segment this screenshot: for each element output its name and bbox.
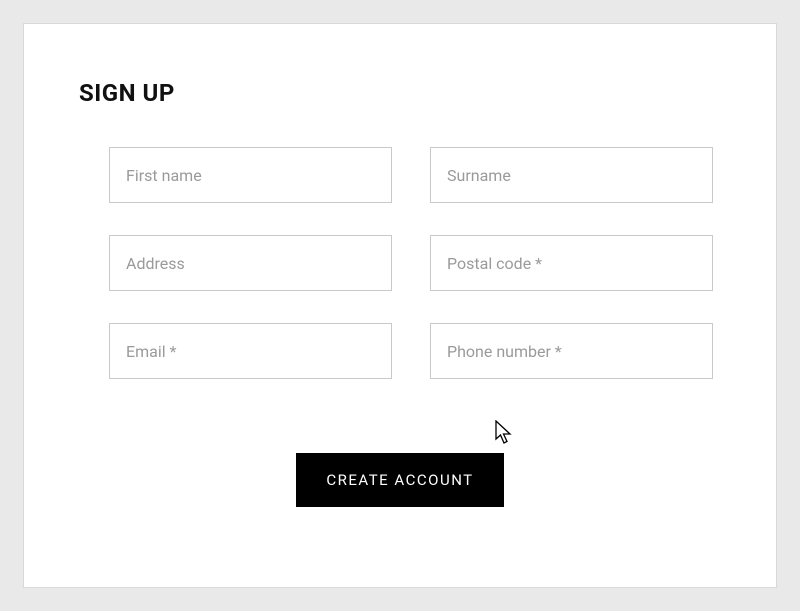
phone-field[interactable]: [430, 323, 713, 379]
postal-code-field[interactable]: [430, 235, 713, 291]
address-field[interactable]: [109, 235, 392, 291]
surname-field[interactable]: [430, 147, 713, 203]
first-name-field[interactable]: [109, 147, 392, 203]
signup-card: SIGN UP CREATE ACCOUNT: [23, 23, 777, 588]
email-field[interactable]: [109, 323, 392, 379]
create-account-button[interactable]: CREATE ACCOUNT: [296, 453, 503, 507]
submit-wrap: CREATE ACCOUNT: [79, 453, 721, 507]
signup-form: [79, 147, 721, 379]
page-title: SIGN UP: [79, 79, 721, 107]
